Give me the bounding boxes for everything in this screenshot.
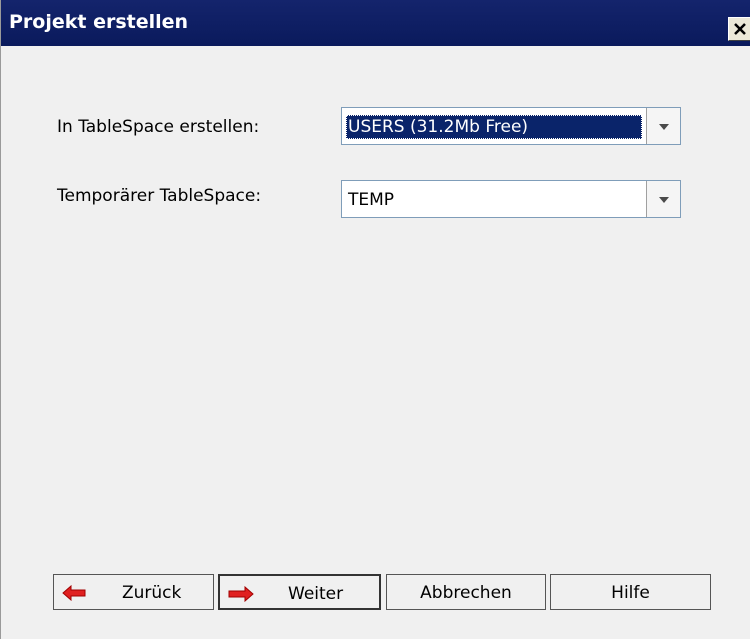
close-button[interactable] [728,17,750,41]
next-button[interactable]: Weiter [218,574,381,610]
arrow-right-icon [228,586,254,602]
temp-tablespace-label: Temporärer TableSpace: [57,186,262,206]
next-button-label: Weiter [288,584,344,604]
back-button-label: Zurück [122,583,182,603]
chevron-down-icon [659,197,669,203]
temp-tablespace-dropdown[interactable]: TEMP [341,180,681,218]
title-bar: Projekt erstellen [1,0,750,46]
tablespace-dropdown[interactable]: USERS (31.2Mb Free) [341,107,681,145]
dialog-title: Projekt erstellen [9,11,189,33]
chevron-down-icon [659,124,669,130]
tablespace-value: USERS (31.2Mb Free) [346,115,642,139]
cancel-button[interactable]: Abbrechen [386,574,546,610]
temp-tablespace-dropdown-arrow[interactable] [646,181,680,217]
temp-tablespace-value: TEMP [348,190,395,210]
tablespace-dropdown-arrow[interactable] [646,108,680,144]
tablespace-label: In TableSpace erstellen: [57,117,260,137]
arrow-left-icon [62,585,86,601]
help-button-label: Hilfe [611,583,650,603]
create-project-dialog: Projekt erstellen In TableSpace erstelle… [0,0,750,639]
back-button[interactable]: Zurück [53,574,214,610]
help-button[interactable]: Hilfe [550,574,711,610]
close-icon [734,23,746,35]
cancel-button-label: Abbrechen [420,583,512,603]
